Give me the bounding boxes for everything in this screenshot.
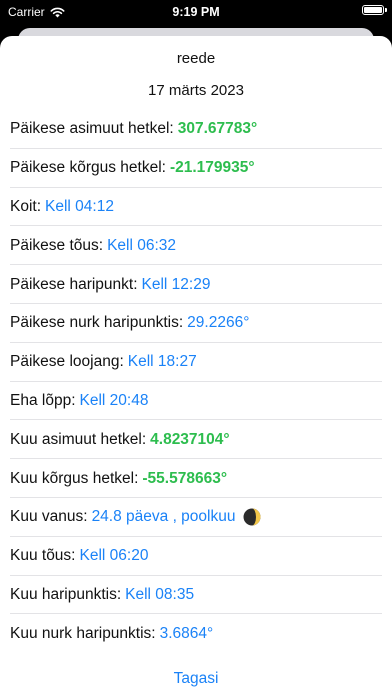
row-label: Koit:: [10, 197, 42, 215]
row-label: Päikese tõus:: [10, 236, 104, 254]
battery-icon: [362, 5, 387, 15]
row-label: Kuu nurk haripunktis:: [10, 624, 156, 642]
row-value: 29.2266°: [187, 314, 250, 332]
row-value: 307.67783°: [177, 120, 258, 138]
list-item: Kuu asimuut hetkel: 4.8237104°: [0, 420, 392, 459]
date-label: 17 märts 2023: [148, 82, 244, 99]
row-label: Kuu haripunktis:: [10, 585, 122, 603]
list-item: Päikese kõrgus hetkel: -21.179935°: [0, 149, 392, 188]
row-value: Kell 04:12: [45, 197, 114, 215]
row-value: Kell 18:27: [127, 353, 197, 371]
info-list: Päikese asimuut hetkel: 307.67783° Päikese…: [0, 110, 392, 653]
row-value: 24.8 päeva , poolkuu: [91, 508, 236, 526]
row-label: Eha lõpp:: [10, 391, 76, 409]
list-item: Päikese tõus: Kell 06:32: [0, 226, 392, 265]
list-item: Kuu tõus: Kell 06:20: [0, 537, 392, 576]
row-value: 3.6864°: [159, 624, 214, 642]
back-button[interactable]: Tagasi: [0, 670, 392, 688]
list-item: Eha lõpp: Kell 20:48: [0, 382, 392, 421]
battery-level-fill: [364, 7, 382, 13]
row-label: Kuu asimuut hetkel:: [10, 430, 147, 448]
row-label: Päikese asimuut hetkel:: [10, 120, 174, 138]
row-value: Kell 08:35: [125, 585, 195, 603]
row-label: Päikese kõrgus hetkel:: [10, 159, 166, 177]
status-bar: Carrier 9:19 PM: [0, 0, 392, 26]
row-label: Kuu vanus:: [10, 508, 88, 526]
list-item: Päikese loojang: Kell 18:27: [0, 343, 392, 382]
status-time: 9:19 PM: [172, 5, 220, 19]
row-value: -55.578663°: [142, 469, 228, 487]
moon-phase-icon: [243, 508, 261, 526]
row-label: Päikese haripunkt:: [10, 275, 138, 293]
row-label: Päikese loojang:: [10, 353, 124, 371]
status-right: [362, 5, 387, 15]
day-name: reede: [176, 50, 216, 67]
row-value: 4.8237104°: [150, 430, 230, 448]
list-item: Koit: Kell 04:12: [0, 188, 392, 227]
row-label: Päikese nurk haripunktis:: [10, 314, 184, 332]
row-label: Kuu kõrgus hetkel:: [10, 469, 139, 487]
list-item: Kuu kõrgus hetkel: -55.578663°: [0, 459, 392, 498]
row-value: Kell 12:29: [141, 275, 211, 293]
list-item: Päikese haripunkt: Kell 12:29: [0, 265, 392, 304]
row-value: Kell 06:20: [79, 547, 149, 565]
row-value: Kell 20:48: [79, 391, 149, 409]
list-item: Kuu nurk haripunktis: 3.6864°: [0, 614, 392, 653]
list-item: Päikese asimuut hetkel: 307.67783°: [0, 110, 392, 149]
detail-sheet: reede 17 märts 2023 Päikese asimuut hetk…: [0, 36, 392, 696]
list-item: Kuu vanus: 24.8 päeva , poolkuu: [0, 498, 392, 537]
row-value: Kell 06:32: [107, 236, 177, 254]
list-item: Kuu haripunktis: Kell 08:35: [0, 576, 392, 615]
row-value: -21.179935°: [169, 159, 255, 177]
list-item: Päikese nurk haripunktis: 29.2266°: [0, 304, 392, 343]
row-label: Kuu tõus:: [10, 547, 76, 565]
